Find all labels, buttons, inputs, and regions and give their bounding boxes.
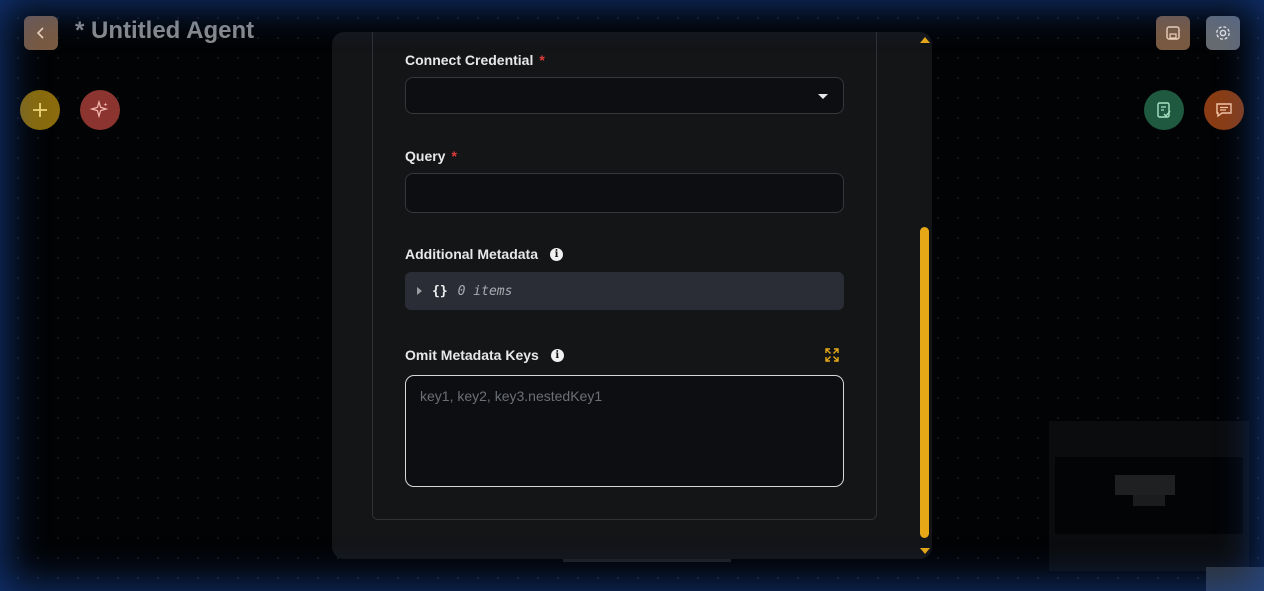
caret-down-icon xyxy=(818,94,828,99)
generate-button[interactable] xyxy=(80,90,120,130)
required-mark: * xyxy=(539,52,545,68)
minimap-node xyxy=(1133,495,1165,506)
settings-button[interactable] xyxy=(1206,16,1240,50)
minimap[interactable] xyxy=(1049,421,1249,571)
metadata-json-viewer[interactable]: {} 0 items xyxy=(405,272,844,310)
credential-label: Connect Credential * xyxy=(405,52,545,68)
node-settings-dialog: Connect Credential * Query * Additional … xyxy=(332,32,932,559)
omit-keys-label-text: Omit Metadata Keys xyxy=(405,347,539,363)
info-icon[interactable]: i xyxy=(550,348,564,362)
save-button[interactable] xyxy=(1156,16,1190,50)
metadata-label: Additional Metadata i xyxy=(405,246,564,262)
query-label-text: Query xyxy=(405,148,446,164)
minimap-node xyxy=(1115,475,1175,495)
json-braces: {} xyxy=(432,283,448,299)
chat-icon xyxy=(1216,103,1232,118)
gear-icon xyxy=(1216,26,1230,40)
expand-icon[interactable] xyxy=(825,348,839,362)
validation-button[interactable] xyxy=(1144,90,1184,130)
metadata-label-text: Additional Metadata xyxy=(405,246,539,262)
query-input[interactable] xyxy=(405,173,844,213)
info-icon[interactable]: i xyxy=(550,247,564,261)
scrollbar-thumb[interactable] xyxy=(920,227,929,538)
checklist-icon xyxy=(1157,102,1171,118)
required-mark: * xyxy=(451,148,457,164)
query-label: Query * xyxy=(405,148,457,164)
expand-arrow-icon[interactable] xyxy=(417,287,422,295)
page-title: * Untitled Agent xyxy=(75,17,255,44)
attribution-badge xyxy=(1206,567,1264,591)
omit-keys-label: Omit Metadata Keys i xyxy=(405,347,564,363)
scroll-up-arrow[interactable] xyxy=(920,37,930,43)
save-icon xyxy=(1166,26,1180,40)
json-item-count: 0 items xyxy=(457,283,513,299)
omit-keys-placeholder: key1, key2, key3.nestedKey1 xyxy=(420,388,603,404)
sparkles-icon xyxy=(90,100,109,119)
back-button[interactable] xyxy=(24,16,58,50)
plus-icon xyxy=(33,103,47,117)
dialog-bottom-edge xyxy=(563,559,731,562)
add-node-button[interactable] xyxy=(20,90,60,130)
credential-select[interactable] xyxy=(405,77,844,114)
scroll-down-arrow[interactable] xyxy=(920,548,930,554)
chevron-left-icon xyxy=(36,27,44,39)
credential-label-text: Connect Credential xyxy=(405,52,534,68)
omit-keys-textarea[interactable]: key1, key2, key3.nestedKey1 xyxy=(405,375,844,487)
chat-button[interactable] xyxy=(1204,90,1244,130)
